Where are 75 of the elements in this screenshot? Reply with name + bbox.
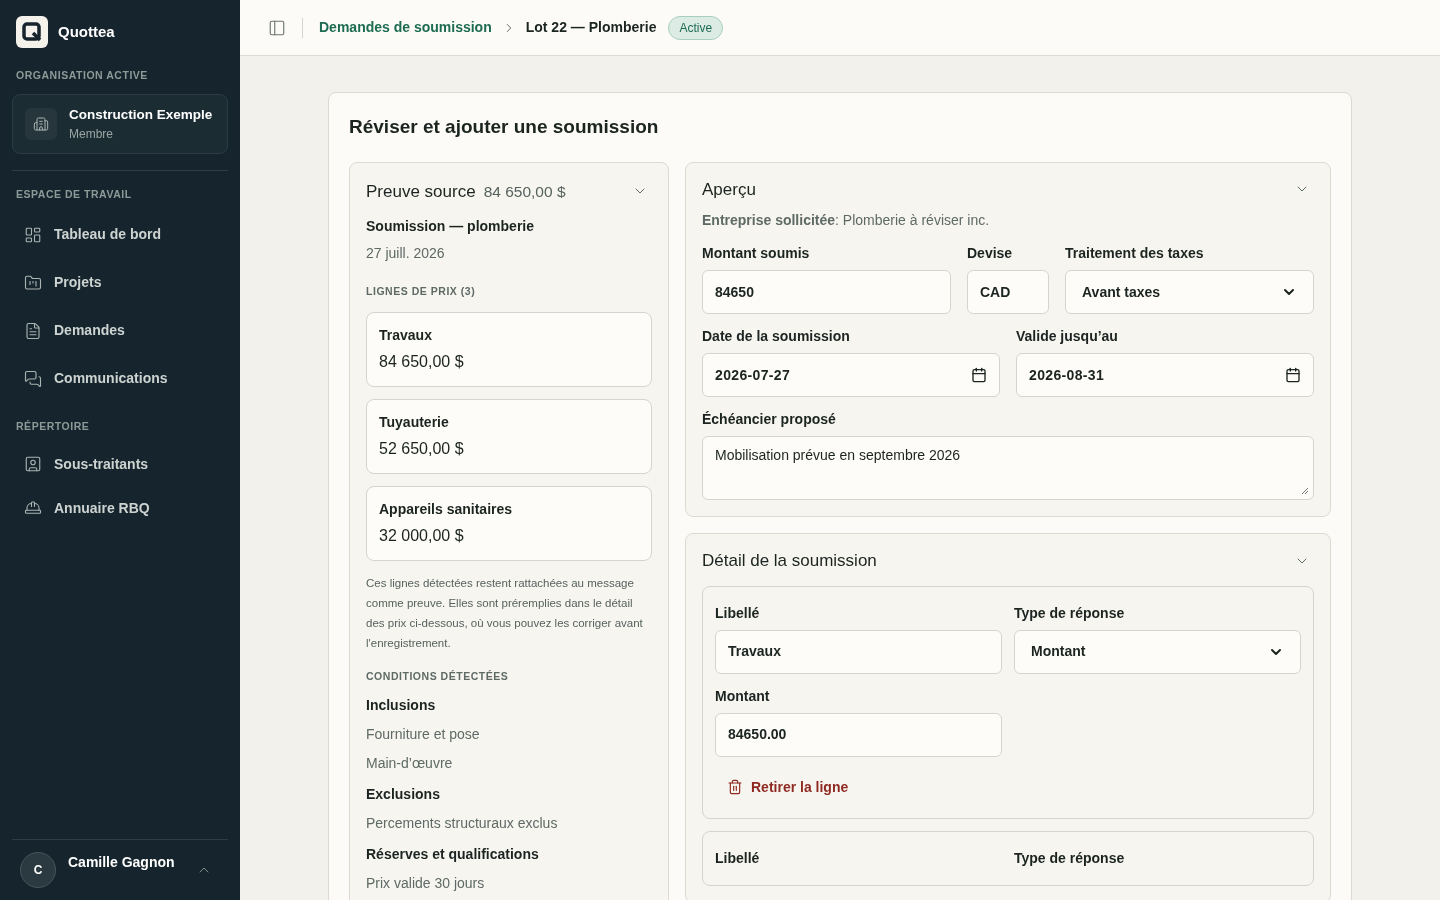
page-title: Réviser et ajouter une soumission [349,115,660,139]
building-icon [25,107,57,140]
section-heading: ORGANISATION ACTIVE [15,68,149,83]
price-line-amount: 84 650,00 $ [379,351,465,372]
nav-item[interactable]: Projets [12,258,228,307]
price-line-amount: 32 000,00 $ [379,525,465,546]
panel-title: Preuve source [366,180,476,203]
field-label: Échéancier proposé [702,410,837,429]
organization-role: Membre [69,125,114,143]
condition-title: Réserves et qualifications [366,844,540,864]
input-field[interactable]: 84650 [702,270,951,314]
calendar-icon [1285,367,1301,383]
section-heading: CONDITIONS DÉTECTÉES [366,668,510,684]
trash-icon [727,779,743,795]
calendar-icon [971,367,987,383]
avatar: C [20,852,56,888]
breadcrumb-link[interactable]: Demandes de soumission [319,17,492,38]
nav-item[interactable]: Tableau de bord [12,210,228,259]
date-field[interactable]: 2026-08-31 [1016,353,1314,397]
field-label: Devise [967,244,1014,263]
panel-title: Aperçu [702,178,756,201]
logo-icon [16,16,48,48]
section-heading: LIGNES DE PRIX (3) [366,284,477,299]
nav-item[interactable]: Annuaire RBQ [12,486,228,531]
select-field[interactable]: Montant [1014,629,1301,674]
panel-title: Détail de la soumission [702,550,877,572]
help-text: Ces lignes détectées restent rattachées au message comme preuve. Elles sont préremplies dans le détail des prix ci-dessous, où vous pouvez les corriger avant l'enregistrement. [366,575,644,651]
contact-icon [24,455,42,474]
field-label: Valide jusqu’au [1016,327,1119,346]
price-line-label: Travaux [379,325,433,345]
text-area[interactable]: Mobilisation prévue en septembre 2026 [702,436,1314,500]
field-label: Montant [715,686,771,706]
document-title: Soumission — plomberie [366,217,536,236]
condition-item: Fourniture et pose [366,724,481,744]
condition-item: Prix valide 30 jours [366,873,486,893]
input-field[interactable]: Travaux [715,629,1002,674]
chat-icon [24,369,42,388]
price-line-label: Appareils sanitaires [379,499,514,519]
folder-icon [24,273,42,292]
section-heading: RÉPERTOIRE [15,418,91,434]
field-label: Type de réponse [1014,848,1126,868]
user-name: Camille Gagnon [68,852,175,872]
resize-handle-icon[interactable] [1301,487,1309,495]
date-field[interactable]: 2026-07-27 [702,353,1000,397]
brand-name: Quottea [58,21,115,42]
source-total: 84 650,00 $ [483,181,566,202]
nav-item[interactable]: Demandes [12,306,228,355]
input-field[interactable]: 84650.00 [715,712,1002,757]
field-label: Libellé [715,848,761,868]
field-label: Date de la soumission [702,327,851,346]
organization-card[interactable]: Construction Exemple Membre [12,93,228,154]
field-label: Traitement des taxes [1065,244,1205,263]
nav-item[interactable]: Communications [12,354,228,403]
field-label: Montant soumis [702,244,811,263]
input-field[interactable]: CAD [967,270,1049,314]
sidebar-toggle-icon[interactable] [268,18,286,37]
price-line-amount: 52 650,00 $ [379,438,465,459]
status-badge: Active [668,15,724,40]
document-date: 27 juill. 2026 [366,244,446,263]
select-field[interactable]: Avant taxes [1065,270,1314,314]
section-heading: ESPACE DE TRAVAIL [15,186,133,202]
company-text: Entreprise sollicitée: Plomberie à réviser inc. [702,211,991,230]
price-line-label: Tuyauterie [379,412,450,432]
condition-title: Exclusions [366,784,441,804]
field-label: Type de réponse [1014,603,1126,623]
remove-line-button[interactable]: Retirer la ligne [715,772,861,802]
condition-title: Inclusions [366,695,437,715]
dashboard-icon [24,225,42,244]
condition-item: Main-d’œuvre [366,753,454,773]
organization-name: Construction Exemple [69,105,213,124]
breadcrumb-current: Lot 22 — Plomberie [525,18,657,37]
document-icon [24,321,42,340]
condition-item: Percements structuraux exclus [366,813,559,833]
field-label: Libellé [715,603,761,623]
nav-item[interactable]: Sous-traitants [12,442,228,487]
